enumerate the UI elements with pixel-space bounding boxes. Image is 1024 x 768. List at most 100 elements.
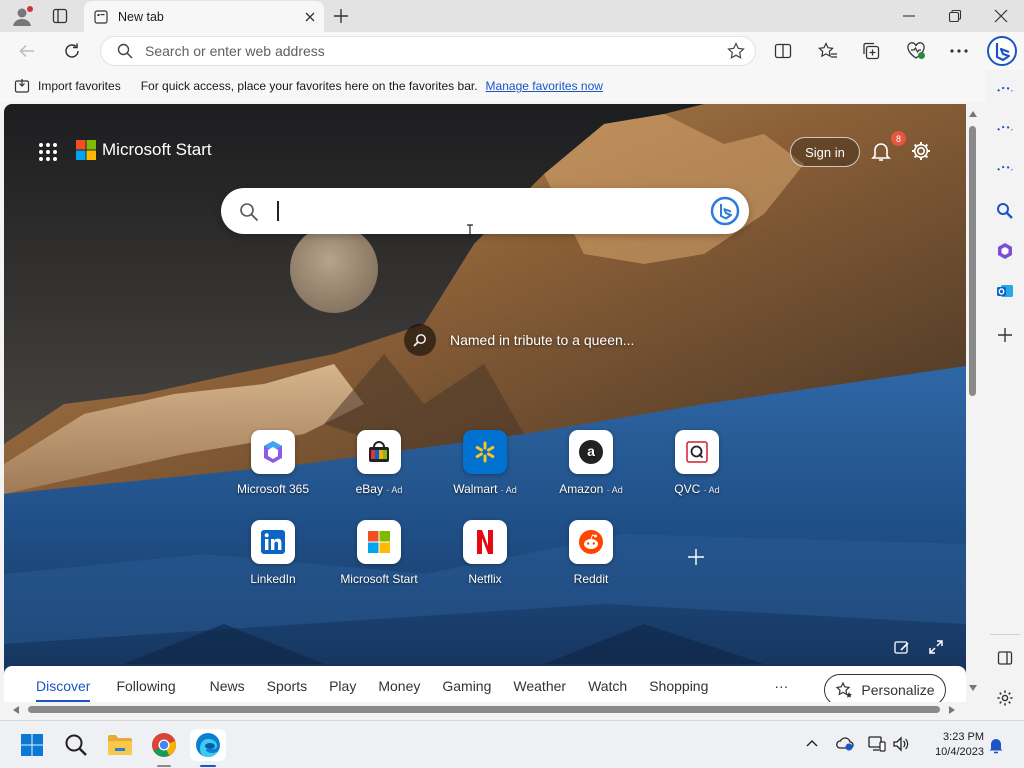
split-screen-icon[interactable] <box>774 42 792 60</box>
apps-launcher-icon[interactable] <box>38 142 58 162</box>
feed-tab-shopping[interactable]: Shopping <box>649 678 708 694</box>
address-placeholder: Search or enter web address <box>145 43 325 59</box>
loading-icon[interactable] <box>992 75 1018 101</box>
volume-icon[interactable] <box>892 736 910 752</box>
quick-link-ebay[interactable]: eBay · Ad <box>319 430 439 496</box>
quick-link-linkedin[interactable]: LinkedIn <box>213 520 333 586</box>
chrome-icon[interactable] <box>148 729 180 761</box>
image-caption[interactable]: Named in tribute to a queen... <box>404 324 634 356</box>
web-search-box[interactable] <box>221 188 749 234</box>
horizontal-scroll-thumb[interactable] <box>28 706 940 713</box>
address-bar[interactable]: Search or enter web address <box>100 36 756 66</box>
favorite-star-icon[interactable] <box>727 42 745 60</box>
onedrive-status-icon[interactable] <box>836 737 854 751</box>
page-settings-gear-icon[interactable] <box>910 140 932 162</box>
feed-tab-sports[interactable]: Sports <box>267 678 307 694</box>
sidebar-settings-icon[interactable] <box>992 685 1018 711</box>
quick-link-walmart[interactable]: Walmart · Ad <box>425 430 545 496</box>
quick-link-netflix[interactable]: Netflix <box>425 520 545 586</box>
bing-copilot-icon[interactable] <box>986 35 1018 67</box>
close-tab-icon[interactable] <box>304 11 316 23</box>
browser-essentials-icon[interactable] <box>906 41 926 61</box>
toolbar: Search or enter web address <box>0 32 1024 70</box>
ebay-icon <box>357 430 401 474</box>
quick-link-amazon[interactable]: a Amazon · Ad <box>531 430 651 496</box>
microsoft-start-logo[interactable]: Microsoft Start <box>76 140 212 160</box>
feed-navigation: Discover Following News Sports Play Mone… <box>4 666 966 703</box>
favorites-icon[interactable] <box>818 42 838 60</box>
add-sidebar-app-icon[interactable] <box>992 322 1018 348</box>
ad-label: Ad <box>611 485 623 495</box>
sign-in-button[interactable]: Sign in <box>790 137 860 167</box>
notification-center-bell-icon[interactable] <box>988 736 1004 754</box>
edit-background-icon[interactable] <box>894 639 910 655</box>
restore-button[interactable] <box>948 9 962 23</box>
clock-date: 10/4/2023 <box>935 746 984 758</box>
scroll-up-arrow-icon[interactable] <box>968 110 978 118</box>
settings-more-icon[interactable] <box>950 49 968 53</box>
quick-link-microsoft-365[interactable]: Microsoft 365 <box>213 430 333 496</box>
refresh-button[interactable] <box>63 42 81 60</box>
feed-tab-weather[interactable]: Weather <box>513 678 566 694</box>
network-icon[interactable] <box>868 736 886 752</box>
import-favorites-button[interactable]: Import favorites <box>14 78 141 94</box>
minimize-button[interactable] <box>902 10 916 22</box>
show-hidden-icons-chevron-icon[interactable] <box>806 739 818 747</box>
bing-chat-icon[interactable] <box>709 195 741 227</box>
import-favorites-label: Import favorites <box>38 79 121 93</box>
notifications-bell-icon[interactable] <box>870 140 892 162</box>
microsoft-365-icon[interactable] <box>992 238 1018 264</box>
feed-more-button[interactable]: ··· <box>774 678 788 694</box>
hide-sidebar-icon[interactable] <box>992 645 1018 671</box>
scroll-right-arrow-icon[interactable] <box>948 705 956 715</box>
collections-icon[interactable] <box>862 42 880 60</box>
feed-tab-following[interactable]: Following <box>116 678 175 694</box>
personalize-button[interactable]: Personalize <box>824 674 946 703</box>
feed-tab-discover[interactable]: Discover <box>36 678 91 702</box>
sidebar-divider <box>990 634 1020 635</box>
sidebar-search-icon[interactable] <box>992 198 1018 224</box>
outlook-icon[interactable] <box>992 278 1018 304</box>
new-tab-page-icon <box>94 9 108 24</box>
manage-favorites-link[interactable]: Manage favorites now <box>486 79 603 93</box>
expand-icon[interactable] <box>928 639 944 655</box>
horizontal-scrollbar[interactable] <box>4 702 966 716</box>
profile-icon[interactable] <box>11 5 33 27</box>
loading-icon[interactable] <box>992 154 1018 180</box>
feed-tab-news[interactable]: News <box>210 678 245 694</box>
quick-link-qvc[interactable]: QVC · Ad <box>637 430 757 496</box>
favorites-bar: Import favorites For quick access, place… <box>0 70 990 102</box>
tab-actions-icon[interactable] <box>52 8 68 24</box>
ad-label: Ad <box>505 485 517 495</box>
quick-link-microsoft-start[interactable]: Microsoft Start <box>319 520 439 586</box>
taskbar-search-icon[interactable] <box>60 729 92 761</box>
back-button[interactable] <box>18 42 36 60</box>
tile-label: Reddit <box>573 572 609 586</box>
feed-tab-money[interactable]: Money <box>378 678 420 694</box>
tab-new-tab[interactable]: New tab <box>84 1 324 32</box>
loading-icon[interactable] <box>992 114 1018 140</box>
image-search-icon[interactable] <box>404 324 436 356</box>
scroll-down-arrow-icon[interactable] <box>968 684 978 692</box>
quick-link-reddit[interactable]: Reddit <box>531 520 651 586</box>
start-button[interactable] <box>16 729 48 761</box>
netflix-icon <box>463 520 507 564</box>
edge-taskbar-icon[interactable] <box>190 729 226 761</box>
file-explorer-icon[interactable] <box>104 729 136 761</box>
feed-tab-gaming[interactable]: Gaming <box>442 678 491 694</box>
vertical-scrollbar[interactable] <box>966 104 980 702</box>
tile-label: Netflix <box>468 572 502 586</box>
tab-title: New tab <box>118 9 164 24</box>
new-tab-button[interactable] <box>332 7 350 25</box>
scroll-left-arrow-icon[interactable] <box>12 705 20 715</box>
close-window-button[interactable] <box>994 9 1008 23</box>
tile-label: Microsoft Start <box>340 572 418 586</box>
search-icon <box>239 202 259 222</box>
add-shortcut-icon[interactable] <box>687 548 705 566</box>
vertical-scroll-thumb[interactable] <box>969 126 976 396</box>
feed-tab-watch[interactable]: Watch <box>588 678 627 694</box>
system-clock[interactable]: 3:23 PM 10/4/2023 <box>918 730 984 760</box>
feed-tab-play[interactable]: Play <box>329 678 356 694</box>
reddit-icon <box>569 520 613 564</box>
ad-label: Ad <box>391 485 403 495</box>
